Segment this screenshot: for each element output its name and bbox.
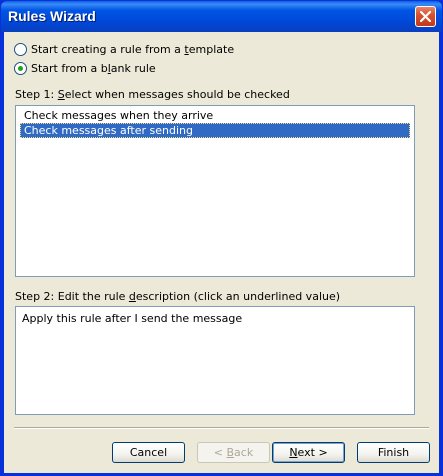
title-bar[interactable]: Rules Wizard <box>1 1 442 32</box>
cancel-button[interactable]: Cancel <box>112 442 185 463</box>
close-icon <box>420 11 431 22</box>
finish-button[interactable]: Finish <box>357 442 430 463</box>
rules-wizard-window: Rules Wizard Start creating a rule from … <box>0 0 443 476</box>
radio-template-label: Start creating a rule from a template <box>31 42 235 56</box>
list-item[interactable]: Check messages when they arrive <box>20 108 410 123</box>
list-item-selected[interactable]: Check messages after sending <box>20 123 410 138</box>
step2-label: Step 2: Edit the rule description (click… <box>15 290 341 303</box>
radio-template-option[interactable]: Start creating a rule from a template <box>14 41 234 57</box>
rule-description-text: Apply this rule after I send the message <box>22 312 243 325</box>
step1-label: Step 1: Select when messages should be c… <box>15 88 290 101</box>
rule-description-box[interactable]: Apply this rule after I send the message <box>15 306 415 415</box>
window-title: Rules Wizard <box>8 8 96 24</box>
step1-condition-list[interactable]: Check messages when they arrive Check me… <box>15 105 415 277</box>
separator <box>14 427 429 429</box>
dialog-body: Start creating a rule from a template St… <box>4 32 439 473</box>
radio-blank-option[interactable]: Start from a blank rule <box>14 60 156 76</box>
radio-template-button[interactable] <box>14 42 27 56</box>
back-button[interactable]: < Back <box>197 442 270 463</box>
radio-blank-label: Start from a blank rule <box>31 61 156 75</box>
radio-blank-button[interactable] <box>14 61 27 75</box>
close-button[interactable] <box>415 6 436 27</box>
next-button[interactable]: Next > <box>272 442 345 463</box>
